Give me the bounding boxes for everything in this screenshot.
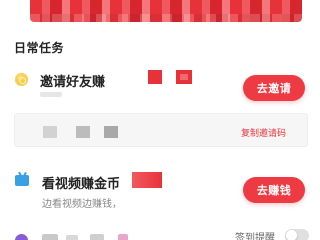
invite-code-char xyxy=(43,126,57,138)
task-badge-blurred xyxy=(118,234,128,240)
invite-code-char xyxy=(104,126,118,138)
invite-button[interactable]: 去邀请 xyxy=(243,75,305,101)
task-title-blurred xyxy=(42,234,58,240)
section-title: 日常任务 xyxy=(14,41,65,55)
reward-badge xyxy=(180,74,188,80)
task-title-blurred xyxy=(66,235,78,240)
reward-badge xyxy=(132,172,162,188)
sign-remind-label: 签到提醒 xyxy=(235,233,275,240)
sign-remind-toggle[interactable] xyxy=(285,229,309,240)
daily-tasks-screen: 日常任务 邀请好友赚 去邀请 复制邀请码 看视频赚金币 边看视频边赚钱， 去赚钱… xyxy=(0,0,320,240)
task-subtitle-blurred xyxy=(40,92,62,97)
task-title-blurred xyxy=(90,234,104,240)
tv-icon xyxy=(15,175,29,186)
invite-code-char xyxy=(76,126,90,138)
copy-invite-code-link[interactable]: 复制邀请码 xyxy=(241,126,286,139)
task-title: 邀请好友赚 xyxy=(40,75,106,90)
task-subtitle: 边看视频边赚钱， xyxy=(42,199,122,210)
earn-button[interactable]: 去赚钱 xyxy=(243,177,305,203)
task-title: 看视频赚金币 xyxy=(42,177,121,192)
top-banner[interactable] xyxy=(30,0,302,22)
purple-task-icon xyxy=(15,234,28,240)
coin-icon xyxy=(15,73,28,86)
reward-badge xyxy=(148,70,162,84)
